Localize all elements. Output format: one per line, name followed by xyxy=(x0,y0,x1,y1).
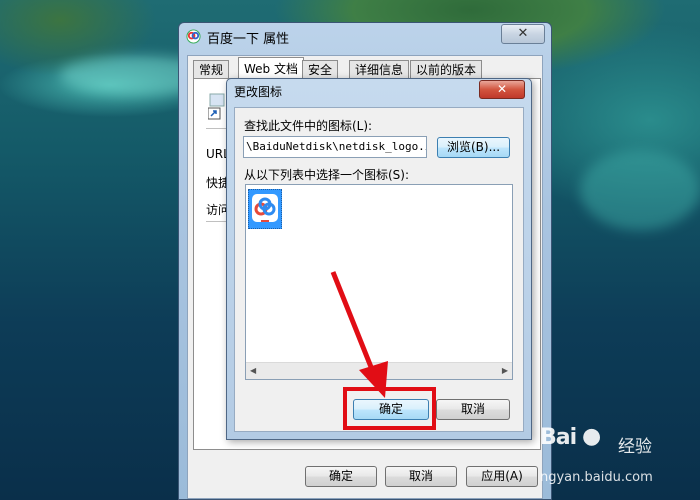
watermark-logo-suffix: 经验 xyxy=(618,437,652,457)
watermark-url: ngyan.baidu.com xyxy=(540,470,653,485)
paw-icon: ● xyxy=(582,424,602,449)
annotation-highlight-box xyxy=(343,387,436,430)
watermark-logo: Bai xyxy=(540,425,577,450)
